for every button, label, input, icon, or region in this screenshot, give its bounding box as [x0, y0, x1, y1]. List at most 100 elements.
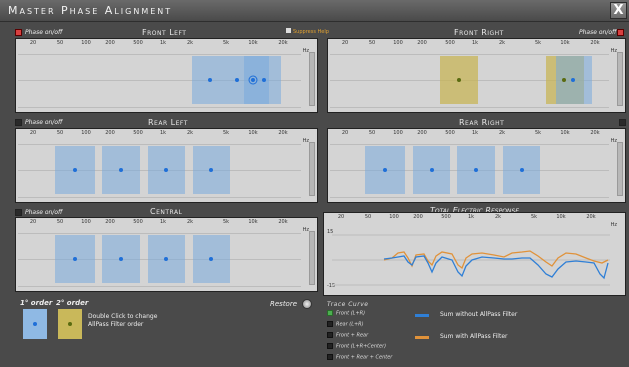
- freq-tick-label: 500: [133, 130, 143, 136]
- freq-tick-label: 20: [341, 40, 349, 46]
- freq-tick-label: 50: [364, 214, 372, 220]
- grid-line: [18, 144, 301, 145]
- rear-left-scrollbar[interactable]: [309, 142, 315, 196]
- freq-tick-label: 5k: [222, 219, 230, 225]
- suppress-help-checkbox[interactable]: [286, 28, 291, 33]
- freq-tick-label: 200: [105, 40, 115, 46]
- restore-button[interactable]: [302, 299, 312, 309]
- freq-tick-label: 1k: [159, 130, 167, 136]
- freq-tick-label: 20: [29, 130, 37, 136]
- filter-handle[interactable]: [119, 257, 123, 261]
- second-order-swatch: [58, 309, 82, 339]
- filter-handle[interactable]: [208, 78, 212, 82]
- filter-handle[interactable]: [520, 168, 524, 172]
- freq-tick-label: 50: [368, 40, 376, 46]
- freq-tick-label: 5k: [530, 214, 538, 220]
- central-panel[interactable]: Hz 20 50 100 200 500 1k 2k 5k 10k 20k: [15, 217, 318, 292]
- trace-radio[interactable]: [327, 343, 333, 349]
- rear-right-scrollbar[interactable]: [617, 142, 623, 196]
- freq-tick-label: 50: [368, 130, 376, 136]
- rear-left-phase-toggle[interactable]: [15, 119, 22, 126]
- freq-tick-label: 100: [389, 214, 399, 220]
- restore-label: Restore: [270, 300, 298, 308]
- freq-tick-label: 100: [393, 130, 403, 136]
- filter-handle[interactable]: [430, 168, 434, 172]
- first-order-swatch: [23, 309, 47, 339]
- trace-radio[interactable]: [327, 354, 333, 360]
- freq-tick-label: 100: [81, 40, 91, 46]
- filter-handle[interactable]: [119, 168, 123, 172]
- front-left-panel[interactable]: Hz 20 50 100 200 500 1k 2k 5k 10k 20k: [15, 38, 318, 113]
- filter-handle[interactable]: [209, 257, 213, 261]
- filter-handle[interactable]: [235, 78, 239, 82]
- front-right-scrollbar[interactable]: [617, 52, 623, 106]
- trace-option-front-rear[interactable]: Front + Rear: [327, 332, 368, 340]
- freq-tick-label: 20: [337, 214, 345, 220]
- freq-tick-label: 100: [393, 40, 403, 46]
- filter-handle[interactable]: [571, 78, 575, 82]
- trace-option-all[interactable]: Front + Rear + Center: [327, 354, 392, 362]
- front-left-title: Front Left: [142, 28, 187, 37]
- freq-tick-label: 10k: [560, 130, 570, 136]
- freq-tick-label: 2k: [498, 40, 506, 46]
- suppress-help[interactable]: Suppress Help: [286, 28, 329, 35]
- trace-radio[interactable]: [327, 310, 333, 316]
- filter-handle[interactable]: [457, 78, 461, 82]
- filter-handle[interactable]: [164, 168, 168, 172]
- front-right-panel[interactable]: Hz 20 50 100 200 500 1k 2k 5k 10k 20k: [327, 38, 626, 113]
- trace-option-rear[interactable]: Rear (L+R): [327, 321, 364, 329]
- freq-tick-label: 5k: [222, 130, 230, 136]
- freq-tick-label: 20: [29, 219, 37, 225]
- trace-option-label: Front + Rear + Center: [336, 354, 393, 361]
- freq-tick-label: 2k: [186, 40, 194, 46]
- freq-tick-label: 100: [81, 219, 91, 225]
- freq-tick-label: 20k: [586, 214, 596, 220]
- filter-handle[interactable]: [73, 257, 77, 261]
- trace-radio[interactable]: [327, 321, 333, 327]
- filter-handle[interactable]: [474, 168, 478, 172]
- filter-handle[interactable]: [251, 78, 255, 82]
- filter-handle[interactable]: [209, 168, 213, 172]
- trace-option-front[interactable]: Front (L+R): [327, 310, 365, 318]
- rear-right-panel[interactable]: Hz 20 50 100 200 500 1k 2k 5k 10k 20k: [327, 128, 626, 203]
- trace-radio[interactable]: [327, 332, 333, 338]
- legend-with-swatch: [415, 336, 429, 339]
- freq-tick-label: 1k: [471, 40, 479, 46]
- suppress-help-label: Suppress Help: [293, 29, 329, 35]
- filter-handle[interactable]: [383, 168, 387, 172]
- front-right-title: Front Right: [454, 28, 504, 37]
- freq-tick-label: 2k: [186, 219, 194, 225]
- freq-tick-label: 20k: [278, 219, 288, 225]
- filter-handle[interactable]: [164, 257, 168, 261]
- front-left-scrollbar[interactable]: [309, 52, 315, 106]
- filter-handle[interactable]: [562, 78, 566, 82]
- front-right-phase-label: Phase on/off: [579, 29, 617, 36]
- legend-without-swatch: [415, 314, 429, 317]
- filter-handle[interactable]: [73, 168, 77, 172]
- legend-without-label: Sum without AllPass Filter: [440, 311, 518, 318]
- freq-tick-label: 100: [81, 130, 91, 136]
- freq-tick-label: 500: [133, 219, 143, 225]
- freq-tick-label: 10k: [248, 130, 258, 136]
- freq-tick-label: 200: [105, 219, 115, 225]
- trace-option-front-center[interactable]: Front (L+R+Center): [327, 343, 386, 351]
- rear-left-panel[interactable]: Hz 20 50 100 200 500 1k 2k 5k 10k 20k: [15, 128, 318, 203]
- central-phase-toggle[interactable]: [15, 209, 22, 216]
- freq-tick-label: 200: [413, 214, 423, 220]
- front-right-phase-toggle[interactable]: [617, 29, 624, 36]
- front-left-phase-toggle[interactable]: [15, 29, 22, 36]
- rear-right-phase-toggle[interactable]: [619, 119, 626, 126]
- freq-tick-label: 20: [341, 130, 349, 136]
- freq-tick-label: 20k: [278, 40, 288, 46]
- filter-handle[interactable]: [262, 78, 266, 82]
- central-title: Central: [150, 207, 183, 216]
- freq-tick-label: 10k: [248, 219, 258, 225]
- central-scrollbar[interactable]: [309, 231, 315, 285]
- rear-left-phase-label: Phase on/off: [25, 119, 63, 126]
- freq-tick-label: 5k: [534, 130, 542, 136]
- trace-curve-title: Trace Curve: [327, 301, 369, 308]
- freq-tick-label: 1k: [471, 130, 479, 136]
- close-button[interactable]: X: [610, 2, 627, 19]
- legend-with-label: Sum with AllPass Filter: [440, 333, 508, 340]
- freq-tick-label: 500: [445, 130, 455, 136]
